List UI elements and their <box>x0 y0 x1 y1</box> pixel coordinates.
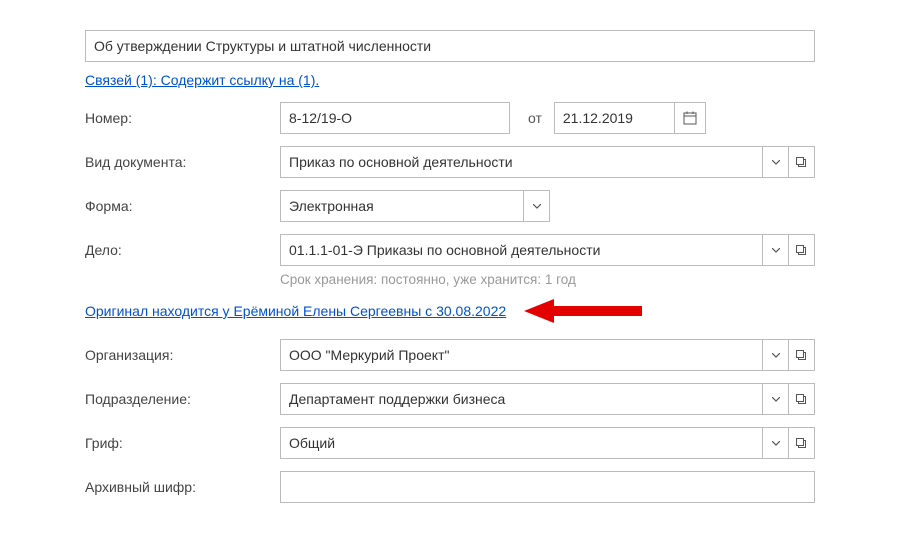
stamp-field-area: Общий <box>280 427 815 459</box>
dept-row: Подразделение: Департамент поддержки биз… <box>85 383 815 415</box>
calendar-button[interactable] <box>674 102 706 134</box>
doc-type-value: Приказ по основной деятельности <box>280 146 763 178</box>
popup-icon <box>796 157 807 168</box>
dept-value: Департамент поддержки бизнеса <box>280 383 763 415</box>
chevron-down-icon <box>772 397 780 402</box>
org-field-area: ООО "Меркурий Проект" <box>280 339 815 371</box>
doc-type-label: Вид документа: <box>85 154 280 170</box>
case-dropdown-button[interactable] <box>763 234 789 266</box>
number-row: Номер: от <box>85 102 815 134</box>
arch-field-area <box>280 471 815 503</box>
org-value: ООО "Меркурий Проект" <box>280 339 763 371</box>
popup-icon <box>796 350 807 361</box>
doc-type-popup-button[interactable] <box>789 146 815 178</box>
chevron-down-icon <box>772 353 780 358</box>
form-row: Форма: Электронная <box>85 190 815 222</box>
date-field <box>554 102 706 134</box>
stamp-popup-button[interactable] <box>789 427 815 459</box>
org-dropdown-button[interactable] <box>763 339 789 371</box>
number-input[interactable] <box>280 102 510 134</box>
chevron-down-icon <box>772 248 780 253</box>
number-field-area: от <box>280 102 815 134</box>
form-field-area: Электронная <box>280 190 815 222</box>
original-location-row: Оригинал находится у Ерёминой Елены Серг… <box>85 297 815 325</box>
dept-popup-button[interactable] <box>789 383 815 415</box>
document-title-input[interactable] <box>85 30 815 62</box>
stamp-select[interactable]: Общий <box>280 427 815 459</box>
case-row: Дело: 01.1.1-01-Э Приказы по основной де… <box>85 234 815 266</box>
doc-type-row: Вид документа: Приказ по основной деятел… <box>85 146 815 178</box>
stamp-row: Гриф: Общий <box>85 427 815 459</box>
original-location-link[interactable]: Оригинал находится у Ерёминой Елены Серг… <box>85 303 506 319</box>
chevron-down-icon <box>772 160 780 165</box>
case-value: 01.1.1-01-Э Приказы по основной деятельн… <box>280 234 763 266</box>
case-label: Дело: <box>85 242 280 258</box>
links-row: Связей (1): Содержит ссылку на (1). <box>85 72 815 88</box>
form-dropdown-button[interactable] <box>524 190 550 222</box>
case-select[interactable]: 01.1.1-01-Э Приказы по основной деятельн… <box>280 234 815 266</box>
chevron-down-icon <box>772 441 780 446</box>
stamp-label: Гриф: <box>85 435 280 451</box>
form-value: Электронная <box>280 190 524 222</box>
form-label: Форма: <box>85 198 280 214</box>
title-row <box>85 30 815 62</box>
popup-icon <box>796 438 807 449</box>
form-select[interactable]: Электронная <box>280 190 550 222</box>
org-row: Организация: ООО "Меркурий Проект" <box>85 339 815 371</box>
case-field-area: 01.1.1-01-Э Приказы по основной деятельн… <box>280 234 815 266</box>
case-popup-button[interactable] <box>789 234 815 266</box>
retention-hint: Срок хранения: постоянно, уже хранится: … <box>280 272 815 287</box>
arch-label: Архивный шифр: <box>85 479 280 495</box>
number-label: Номер: <box>85 110 280 126</box>
popup-icon <box>796 245 807 256</box>
doc-type-field-area: Приказ по основной деятельности <box>280 146 815 178</box>
arch-row: Архивный шифр: <box>85 471 815 503</box>
dept-label: Подразделение: <box>85 391 280 407</box>
dept-dropdown-button[interactable] <box>763 383 789 415</box>
dept-select[interactable]: Департамент поддержки бизнеса <box>280 383 815 415</box>
links-summary-link[interactable]: Связей (1): Содержит ссылку на (1). <box>85 72 319 88</box>
stamp-dropdown-button[interactable] <box>763 427 789 459</box>
doc-type-select[interactable]: Приказ по основной деятельности <box>280 146 815 178</box>
org-label: Организация: <box>85 347 280 363</box>
stamp-value: Общий <box>280 427 763 459</box>
org-popup-button[interactable] <box>789 339 815 371</box>
arrow-left-icon <box>524 297 644 325</box>
annotation-arrow <box>524 297 644 325</box>
date-from-label: от <box>528 110 542 126</box>
org-select[interactable]: ООО "Меркурий Проект" <box>280 339 815 371</box>
date-input[interactable] <box>554 102 674 134</box>
doc-type-dropdown-button[interactable] <box>763 146 789 178</box>
chevron-down-icon <box>533 204 541 209</box>
popup-icon <box>796 394 807 405</box>
calendar-icon <box>683 111 697 125</box>
dept-field-area: Департамент поддержки бизнеса <box>280 383 815 415</box>
arch-input[interactable] <box>280 471 815 503</box>
